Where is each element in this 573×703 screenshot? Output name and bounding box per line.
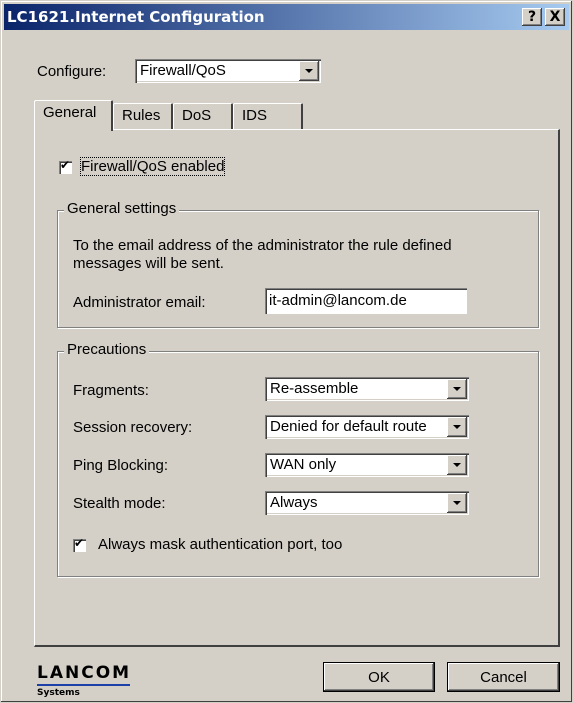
configuration-dialog: LC1621.Internet Configuration ? X Config… xyxy=(0,0,573,703)
fragments-select[interactable]: Re-assemble xyxy=(265,377,469,401)
ping-blocking-label: Ping Blocking: xyxy=(73,457,169,474)
admin-email-label: Administrator email: xyxy=(73,294,206,311)
session-recovery-label: Session recovery: xyxy=(73,419,193,436)
title-bar[interactable]: LC1621.Internet Configuration ? X xyxy=(4,4,569,30)
stealth-mode-label: Stealth mode: xyxy=(73,495,166,512)
chevron-down-icon[interactable] xyxy=(447,417,467,437)
chevron-down-icon[interactable] xyxy=(447,493,467,513)
mask-auth-port-label[interactable]: Always mask authentication port, too xyxy=(98,536,342,553)
cancel-button[interactable]: Cancel xyxy=(447,662,560,692)
window-title: LC1621.Internet Configuration xyxy=(7,8,265,26)
firewall-enabled-checkbox[interactable] xyxy=(59,158,72,174)
tab-general[interactable]: General xyxy=(34,100,113,131)
help-button[interactable]: ? xyxy=(522,8,542,26)
mask-auth-port-checkbox[interactable] xyxy=(73,536,86,552)
general-settings-description: To the email address of the administrato… xyxy=(73,237,452,254)
session-recovery-select-value: Denied for default route xyxy=(270,418,427,435)
tab-ids[interactable]: IDS xyxy=(233,103,303,129)
precautions-legend: Precautions xyxy=(64,341,150,358)
tab-rules[interactable]: Rules xyxy=(113,103,173,129)
admin-email-value: it-admin@lancom.de xyxy=(269,292,407,309)
stealth-mode-select[interactable]: Always xyxy=(265,491,469,515)
fragments-select-value: Re-assemble xyxy=(270,380,359,397)
general-settings-description-cont: messages will be sent. xyxy=(73,255,224,272)
chevron-down-icon[interactable] xyxy=(447,379,467,399)
tab-ids-label: IDS xyxy=(242,107,268,124)
tab-dos[interactable]: DoS xyxy=(173,103,233,129)
logo-text: LANCOM xyxy=(37,663,132,683)
configure-label: Configure: xyxy=(37,63,107,80)
fragments-label: Fragments: xyxy=(73,382,149,399)
tab-rules-label: Rules xyxy=(122,107,161,124)
admin-email-input[interactable]: it-admin@lancom.de xyxy=(265,288,467,314)
lancom-logo: LANCOM Systems xyxy=(37,663,131,698)
general-settings-legend: General settings xyxy=(64,200,180,217)
close-button[interactable]: X xyxy=(545,8,565,26)
tab-general-label: General xyxy=(43,104,97,121)
chevron-down-icon[interactable] xyxy=(447,455,467,475)
tab-dos-label: DoS xyxy=(182,107,212,124)
ping-blocking-select[interactable]: WAN only xyxy=(265,453,469,477)
logo-subtitle: Systems xyxy=(37,688,80,698)
firewall-enabled-label[interactable]: Firewall/QoS enabled xyxy=(79,157,226,176)
ping-blocking-select-value: WAN only xyxy=(270,456,337,473)
ok-button[interactable]: OK xyxy=(323,662,435,692)
logo-underline xyxy=(37,684,130,686)
stealth-mode-select-value: Always xyxy=(270,494,318,511)
session-recovery-select[interactable]: Denied for default route xyxy=(265,415,469,439)
configure-select-value: Firewall/QoS xyxy=(140,62,226,79)
chevron-down-icon[interactable] xyxy=(299,61,319,81)
configure-select[interactable]: Firewall/QoS xyxy=(135,59,321,83)
